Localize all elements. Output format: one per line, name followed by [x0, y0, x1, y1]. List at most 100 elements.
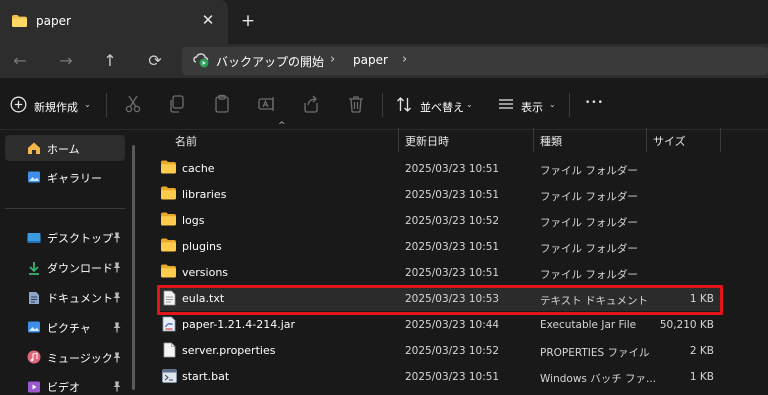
tab-title: paper	[36, 14, 71, 28]
batch-file-icon	[162, 369, 177, 383]
sidebar-item-label[interactable]: ダウンロード	[47, 260, 113, 276]
backup-sync-icon	[193, 53, 209, 68]
toolbar-divider	[569, 93, 570, 117]
file-name: paper-1.21.4-214.jar	[182, 318, 296, 331]
breadcrumb-separator[interactable]: ›	[330, 52, 335, 67]
file-name: libraries	[182, 188, 227, 201]
gallery-icon	[28, 171, 40, 183]
pin-icon	[112, 322, 122, 336]
folder-icon	[161, 212, 176, 226]
file-modified: 2025/03/23 10:52	[405, 215, 500, 227]
pin-icon	[112, 262, 122, 276]
column-header-name[interactable]: 名前	[175, 133, 197, 149]
highlight-box	[157, 285, 723, 315]
copy-icon[interactable]	[167, 94, 187, 114]
file-type: ファイル フォルダー	[540, 191, 638, 203]
breadcrumb-backup[interactable]: バックアップの開始	[216, 53, 324, 70]
view-button-label[interactable]: 表示	[521, 99, 543, 115]
file-type: ファイル フォルダー	[540, 243, 638, 255]
toolbar-divider	[106, 93, 107, 117]
file-type: ファイル フォルダー	[540, 165, 638, 177]
add-circle-icon	[10, 96, 27, 113]
sidebar-item-label[interactable]: ドキュメント	[47, 290, 113, 306]
home-icon	[28, 142, 40, 154]
file-modified: 2025/03/23 10:51	[405, 189, 500, 201]
toolbar-divider	[382, 93, 383, 117]
file-icon	[163, 342, 176, 358]
tab-paper[interactable]	[0, 0, 228, 44]
pin-icon	[112, 381, 122, 395]
file-name: start.bat	[182, 370, 230, 383]
more-options-icon[interactable]: •••	[585, 98, 604, 108]
folder-icon	[12, 15, 27, 27]
file-name: versions	[182, 266, 229, 279]
file-modified: 2025/03/23 10:51	[405, 163, 500, 175]
paste-icon[interactable]	[212, 94, 232, 114]
folder-icon	[161, 238, 176, 252]
file-type: Executable Jar File	[540, 319, 637, 331]
column-header-type[interactable]: 種類	[540, 133, 562, 149]
rename-icon[interactable]	[257, 94, 277, 114]
sidebar-item-label[interactable]: デスクトップ	[47, 230, 113, 246]
sidebar-item-label[interactable]: ビデオ	[47, 379, 80, 395]
column-header-modified[interactable]: 更新日時	[405, 133, 449, 149]
folder-icon	[161, 264, 176, 278]
refresh-icon[interactable]: ⟳	[143, 49, 167, 73]
sort-ascending-icon: ^	[278, 121, 286, 131]
documents-icon	[29, 292, 39, 304]
back-icon[interactable]: ←	[8, 49, 32, 73]
sort-button-label[interactable]: 並べ替え	[420, 99, 464, 115]
command-bar	[0, 78, 768, 130]
breadcrumb-paper[interactable]: paper	[353, 53, 388, 67]
file-type: Windows バッチ ファ...	[540, 373, 657, 385]
view-list-icon	[499, 99, 513, 109]
file-type: PROPERTIES ファイル	[540, 347, 650, 359]
video-icon	[28, 381, 40, 393]
column-divider[interactable]	[398, 128, 399, 152]
sidebar-divider	[5, 208, 125, 209]
sidebar-item-label: ホーム	[47, 143, 80, 156]
sidebar-item-label[interactable]: ミュージック	[47, 350, 113, 366]
file-modified: 2025/03/23 10:52	[405, 345, 500, 357]
up-icon[interactable]: ↑	[98, 49, 122, 73]
new-tab-icon[interactable]: +	[238, 11, 258, 31]
pin-icon	[112, 352, 122, 366]
sidebar-item-label[interactable]: ギャラリー	[47, 170, 102, 186]
file-modified: 2025/03/23 10:51	[405, 241, 500, 253]
file-name: server.properties	[182, 344, 276, 357]
forward-icon[interactable]: →	[54, 49, 78, 73]
sort-icon	[397, 97, 411, 112]
folder-icon	[161, 186, 176, 200]
new-button-label[interactable]: 新規作成	[34, 99, 78, 115]
close-tab-icon[interactable]: ✕	[198, 10, 218, 30]
pin-icon	[112, 292, 122, 306]
chevron-down-icon[interactable]: ⌄	[466, 100, 473, 109]
file-name: logs	[182, 214, 205, 227]
download-icon	[29, 262, 39, 275]
share-icon[interactable]	[301, 94, 321, 114]
sidebar-item-label[interactable]: ピクチャ	[47, 320, 91, 336]
file-modified: 2025/03/23 10:51	[405, 267, 500, 279]
file-type: ファイル フォルダー	[540, 217, 638, 229]
column-header-size[interactable]: サイズ	[653, 133, 686, 149]
file-type: ファイル フォルダー	[540, 269, 638, 281]
file-name: cache	[182, 162, 215, 175]
file-size: 1 KB	[689, 371, 714, 383]
delete-icon[interactable]	[346, 94, 366, 114]
sidebar-scrollbar[interactable]	[132, 145, 135, 390]
pictures-icon	[28, 321, 40, 333]
desktop-icon	[27, 233, 41, 243]
chevron-down-icon[interactable]: ⌄	[84, 100, 91, 109]
column-divider[interactable]	[533, 128, 534, 152]
cut-icon[interactable]	[123, 94, 143, 114]
chevron-down-icon[interactable]: ⌄	[549, 100, 556, 109]
breadcrumb-chevron[interactable]: ›	[402, 52, 407, 67]
file-modified: 2025/03/23 10:51	[405, 371, 500, 383]
file-name: plugins	[182, 240, 222, 253]
music-icon	[27, 350, 41, 364]
file-modified: 2025/03/23 10:44	[405, 319, 500, 331]
file-size: 2 KB	[689, 345, 714, 357]
column-divider[interactable]	[720, 128, 721, 152]
pin-icon	[112, 232, 122, 246]
column-divider[interactable]	[646, 128, 647, 152]
